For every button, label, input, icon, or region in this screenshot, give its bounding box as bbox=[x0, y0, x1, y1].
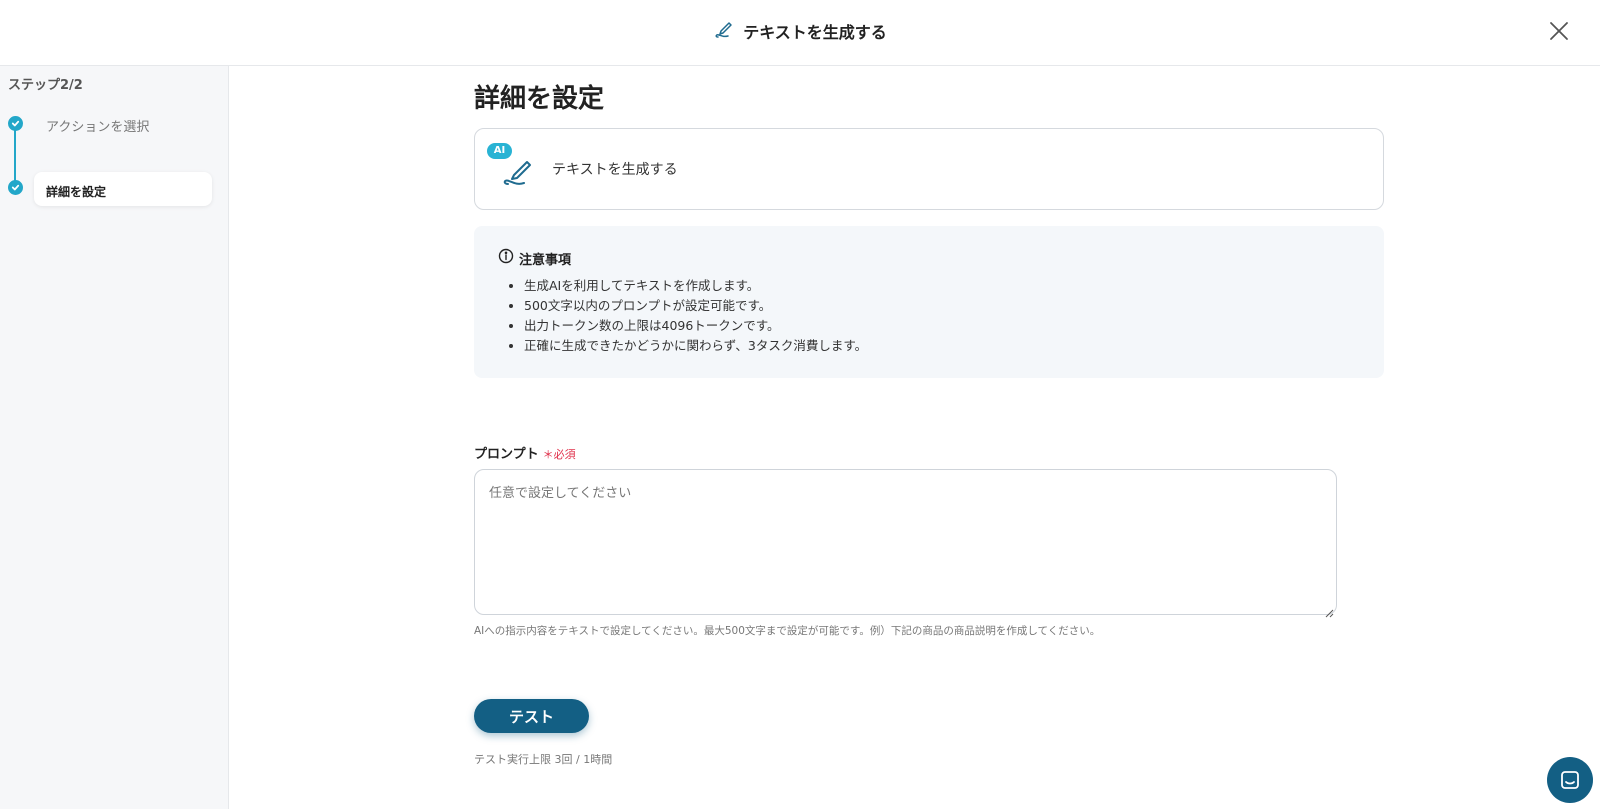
check-icon bbox=[8, 116, 23, 131]
test-limit-text: テスト実行上限 3回 / 1時間 bbox=[474, 753, 613, 766]
prompt-input[interactable] bbox=[474, 469, 1337, 615]
chat-icon[interactable] bbox=[1547, 757, 1593, 803]
list-item: 出力トークン数の上限は4096トークンです。 bbox=[524, 316, 867, 336]
info-icon bbox=[498, 248, 514, 268]
notice-header: 注意事項 bbox=[498, 248, 571, 268]
modal-header: テキストを生成する bbox=[0, 0, 1600, 66]
step-counter: ステップ2/2 bbox=[8, 78, 83, 93]
check-icon bbox=[8, 180, 23, 195]
list-item: 500文字以内のプロンプトが設定可能です。 bbox=[524, 296, 867, 316]
step-item-settings[interactable]: 詳細を設定 bbox=[34, 172, 212, 206]
pen-icon bbox=[713, 18, 735, 44]
header-title: テキストを生成する bbox=[743, 23, 887, 42]
list-item: 生成AIを利用してテキストを作成します。 bbox=[524, 276, 867, 296]
prompt-help-text: AIへの指示内容をテキストで設定してください。最大500文字まで設定が可能です。… bbox=[474, 625, 1101, 637]
action-card: AI テキストを生成する bbox=[474, 128, 1384, 210]
required-badge: ＊必須 bbox=[542, 448, 576, 461]
step-sidebar: ステップ2/2 アクションを選択 詳細を設定 bbox=[0, 66, 229, 809]
prompt-label-group: プロンプト ＊必須 bbox=[474, 443, 576, 462]
notice-title: 注意事項 bbox=[519, 252, 572, 268]
header-title-group: テキストを生成する bbox=[0, 18, 1600, 44]
test-button[interactable]: テスト bbox=[474, 699, 589, 733]
step-connector bbox=[14, 126, 16, 188]
ai-badge: AI bbox=[487, 143, 512, 159]
page-title: 詳細を設定 bbox=[474, 84, 605, 114]
notice-list: 生成AIを利用してテキストを作成します。 500文字以内のプロンプトが設定可能で… bbox=[510, 276, 867, 356]
prompt-label: プロンプト bbox=[474, 447, 539, 462]
close-icon[interactable] bbox=[1546, 18, 1572, 44]
notice-box: 注意事項 生成AIを利用してテキストを作成します。 500文字以内のプロンプトが… bbox=[474, 226, 1384, 378]
list-item: 正確に生成できたかどうかに関わらず、3タスク消費します。 bbox=[524, 336, 867, 356]
resize-handle-icon[interactable] bbox=[1325, 603, 1334, 618]
step-item-select-action[interactable]: アクションを選択 bbox=[46, 116, 149, 135]
action-label: テキストを生成する bbox=[552, 162, 678, 178]
